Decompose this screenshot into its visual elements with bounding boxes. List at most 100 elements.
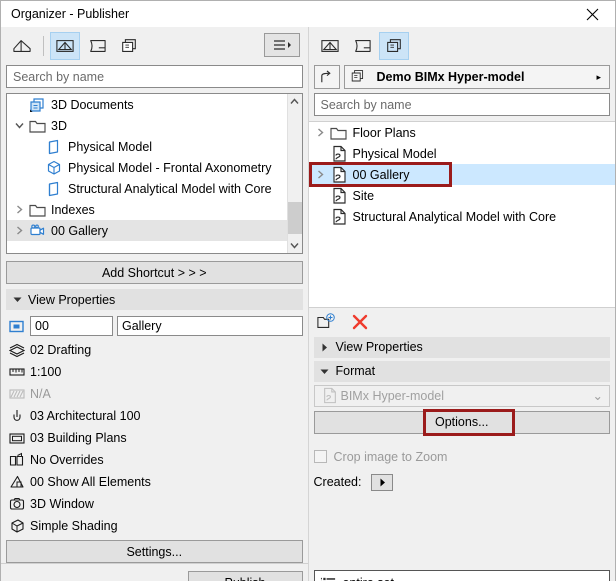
left-tree[interactable]: 3D Documents 3D Physical Model Physical M… [6, 93, 303, 254]
tree-twisty[interactable] [11, 205, 27, 214]
right-layout-book-button[interactable] [347, 32, 377, 60]
tree-row[interactable]: Floor Plans [309, 122, 616, 143]
format-combo[interactable]: BIMx Hyper-model ⌄ [313, 384, 610, 407]
property-label: 03 Architectural 100 [30, 409, 141, 423]
view-id-icon [6, 319, 26, 334]
settings-button[interactable]: Settings... [6, 540, 303, 563]
view-property-row[interactable]: N/A [1, 383, 308, 405]
right-publisher-sets-button[interactable] [378, 32, 409, 60]
settings-wrap: Settings... [1, 537, 308, 563]
tree-row[interactable]: Structural Analytical Model with Core [7, 178, 302, 199]
left-panel: 3D Documents 3D Physical Model Physical M… [1, 27, 309, 581]
camera-view-icon [9, 498, 25, 510]
view-property-row[interactable]: 1:100 [1, 361, 308, 383]
publisher-sets-button[interactable] [114, 32, 144, 60]
close-button[interactable] [570, 1, 615, 27]
publisher-item-icon [323, 387, 336, 404]
left-tree-rows: 3D Documents 3D Physical Model Physical M… [7, 94, 302, 241]
right-view-properties-header[interactable]: View Properties [313, 336, 610, 358]
view-property-row[interactable]: 00 Show All Elements [1, 471, 308, 493]
created-expand-button[interactable] [371, 473, 394, 491]
main-body: 3D Documents 3D Physical Model Physical M… [1, 27, 615, 581]
options-button[interactable]: Options... [313, 410, 610, 434]
tree-item-label: 3D [51, 118, 67, 133]
tree-row[interactable]: Site [309, 185, 616, 206]
view-property-row[interactable]: No Overrides [1, 449, 308, 471]
search-input[interactable] [6, 65, 303, 88]
tree-item-icon [27, 223, 47, 239]
right-search-input[interactable] [313, 93, 610, 116]
project-map-button[interactable] [7, 32, 37, 60]
chevron-right-icon [16, 205, 23, 214]
scroll-thumb[interactable] [287, 202, 302, 234]
tree-row[interactable]: 3D Documents [7, 94, 302, 115]
tree-item-label: 00 Gallery [352, 167, 410, 182]
new-folder-button[interactable] [315, 311, 337, 333]
tree-twisty[interactable] [313, 170, 329, 179]
scale-icon [9, 368, 25, 376]
view-map-icon [56, 40, 74, 52]
publisher-sets-icon [122, 39, 136, 52]
property-icon [6, 452, 28, 468]
shading-icon [11, 519, 24, 533]
tree-item-label: Structural Analytical Model with Core [352, 209, 557, 224]
left-toolbar [1, 27, 308, 65]
tree-row[interactable]: Structural Analytical Model with Core [309, 206, 616, 227]
publisher-set-name: Demo BIMx Hyper-model [376, 70, 525, 84]
add-shortcut-button[interactable]: Add Shortcut > > > [6, 261, 303, 284]
triangle-right-icon [322, 343, 327, 351]
tree-twisty[interactable] [11, 122, 27, 129]
new-folder-icon [316, 313, 335, 328]
property-label: 00 Show All Elements [30, 475, 151, 489]
property-label: 03 Building Plans [30, 431, 127, 445]
tree-row[interactable]: Physical Model - Frontal Axonometry [7, 157, 302, 178]
folder-icon [28, 204, 46, 217]
publish-button[interactable]: Publish [187, 570, 303, 581]
tree-item-label: Floor Plans [352, 125, 416, 140]
property-label: 1:100 [30, 365, 62, 379]
scroll-down-button[interactable] [288, 238, 302, 253]
right-tree[interactable]: Floor Plans Physical Model 00 Gallery Si… [308, 121, 616, 307]
view-map-button[interactable] [50, 32, 80, 60]
format-value: BIMx Hyper-model [340, 388, 445, 403]
property-icon [6, 386, 28, 402]
view-name-input[interactable] [117, 316, 303, 336]
tree-twisty[interactable] [313, 128, 329, 137]
right-tree-rows: Floor Plans Physical Model 00 Gallery Si… [308, 122, 616, 227]
tree-item-label: Physical Model - Frontal Axonometry [68, 160, 272, 175]
tree-row[interactable]: 3D [7, 115, 302, 136]
format-header[interactable]: Format [313, 360, 610, 382]
left-tree-scrollbar[interactable] [286, 94, 302, 253]
folder-icon [28, 120, 46, 133]
view-property-row[interactable]: 03 Building Plans [1, 427, 308, 449]
delete-button[interactable] [349, 311, 371, 333]
tree-row[interactable]: Physical Model [309, 143, 616, 164]
crop-image-checkbox[interactable] [313, 450, 327, 463]
publisher-set-combo[interactable]: Demo BIMx Hyper-model ▸ [343, 65, 610, 89]
tree-row[interactable]: Indexes [7, 199, 302, 220]
publish-scope-combo[interactable]: entire set ⌄ [313, 570, 610, 581]
tree-row[interactable]: Physical Model [7, 136, 302, 157]
layout-book-button[interactable] [82, 32, 112, 60]
publisher-sets-icon [386, 39, 401, 52]
view-property-row[interactable]: 03 Architectural 100 [1, 405, 308, 427]
chevron-up-icon [290, 98, 299, 104]
go-up-button[interactable] [313, 65, 340, 89]
tree-row[interactable]: 00 Gallery [308, 164, 615, 185]
tree-row[interactable]: 00 Gallery [7, 220, 302, 241]
model-view-icon [13, 410, 21, 421]
view-id-input[interactable] [30, 316, 113, 336]
view-properties-title: View Properties [28, 292, 116, 307]
view-properties-header[interactable]: View Properties [6, 289, 303, 310]
panel-menu-button[interactable] [263, 33, 300, 57]
chevron-down-icon: ⌄ [591, 576, 601, 581]
format-collapse-arrow-icon [314, 368, 336, 375]
view-property-row[interactable]: 02 Drafting [1, 339, 308, 361]
publisher-item-icon [332, 166, 346, 183]
view-property-row[interactable]: 3D Window [1, 493, 308, 515]
scroll-up-button[interactable] [288, 94, 302, 109]
tree-twisty[interactable] [11, 226, 27, 235]
view-property-row[interactable]: Simple Shading [1, 515, 308, 537]
crop-image-row[interactable]: Crop image to Zoom [313, 450, 611, 464]
right-view-map-button[interactable] [315, 32, 345, 60]
